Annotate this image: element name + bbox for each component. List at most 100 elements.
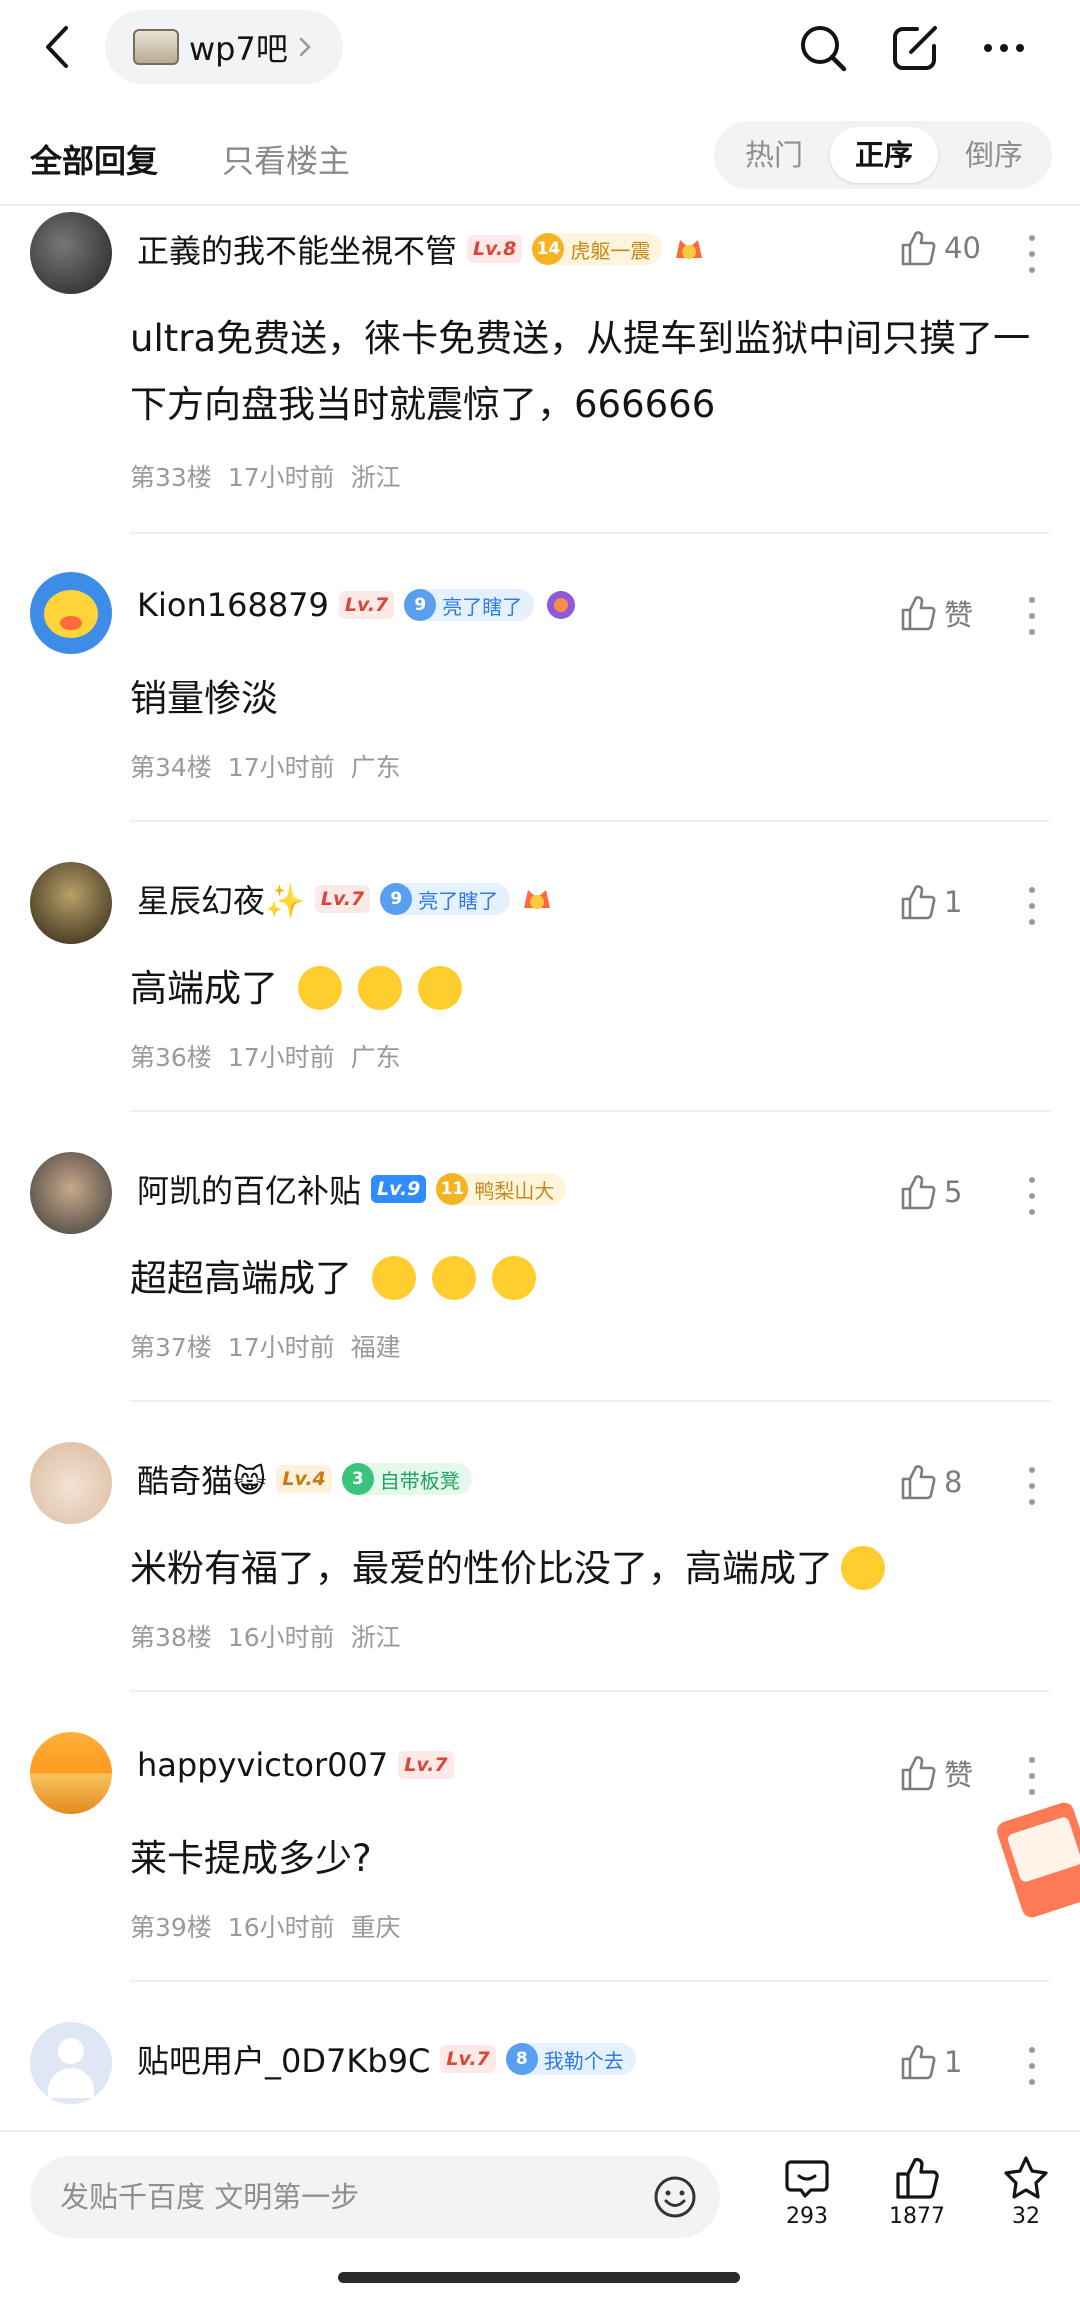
tab-all-replies[interactable]: 全部回复 xyxy=(30,136,158,182)
more-vertical-icon[interactable] xyxy=(1018,594,1046,638)
sort-descending[interactable]: 倒序 xyxy=(942,127,1046,183)
divider xyxy=(130,532,1050,534)
tab-owner-only[interactable]: 只看楼主 xyxy=(222,136,350,182)
grin-emoji-icon xyxy=(357,965,402,1010)
reply-meta: 第39楼 16小时前 重庆 xyxy=(130,1913,401,1942)
level-badge: Lv.8 xyxy=(467,235,523,263)
like-count: 5 xyxy=(944,1175,963,1209)
chevron-right-icon xyxy=(299,37,311,57)
forum-pill[interactable]: wp7吧 xyxy=(105,10,343,84)
search-icon[interactable] xyxy=(795,20,851,76)
sort-ascending[interactable]: 正序 xyxy=(830,127,938,183)
title-badge: 9 亮了瞎了 xyxy=(380,883,511,915)
username[interactable]: Kion168879 xyxy=(137,586,329,624)
avatar[interactable] xyxy=(30,212,112,294)
divider xyxy=(130,1110,1050,1112)
star-icon xyxy=(1004,2156,1048,2199)
level-badge: Lv.4 xyxy=(276,1465,332,1493)
reply-content: 超超高端成了 xyxy=(130,1246,1050,1312)
like-button[interactable]: 1 xyxy=(898,882,962,922)
username[interactable]: 正義的我不能坐視不管 xyxy=(137,226,457,272)
divider xyxy=(130,1400,1050,1402)
avatar[interactable] xyxy=(30,572,112,654)
avatar[interactable] xyxy=(30,1152,112,1234)
emoji-icon[interactable] xyxy=(652,2174,698,2220)
like-count: 赞 xyxy=(944,598,974,632)
like-button[interactable]: 8 xyxy=(898,1462,962,1502)
reply-content: 莱卡提成多少? xyxy=(130,1837,372,1880)
more-vertical-icon[interactable] xyxy=(1018,2044,1046,2088)
username[interactable]: 贴吧用户_0D7Kb9C xyxy=(137,2036,430,2082)
like-button[interactable]: 5 xyxy=(898,1172,962,1212)
title-badge: 11 鸭梨山大 xyxy=(436,1173,567,1205)
username[interactable]: 阿凯的百亿补贴 xyxy=(137,1166,361,1212)
avatar[interactable] xyxy=(30,1442,112,1524)
grin-emoji-icon xyxy=(417,965,462,1010)
grin-emoji-icon xyxy=(297,965,342,1010)
title-badge: 8 我勒个去 xyxy=(505,2043,636,2075)
avatar[interactable] xyxy=(30,2022,112,2104)
divider xyxy=(130,1980,1050,1982)
level-badge: Lv.7 xyxy=(338,591,395,619)
sort-hot[interactable]: 热门 xyxy=(722,127,826,183)
reply-meta: 第37楼 17小时前 福建 xyxy=(130,1333,401,1362)
bottom-like-count: 1877 xyxy=(889,2204,945,2229)
title-badge: 14 虎躯一震 xyxy=(532,233,663,265)
more-icon[interactable] xyxy=(976,20,1032,76)
thumb-up-icon xyxy=(901,885,936,920)
avatar[interactable] xyxy=(30,1732,112,1814)
like-count: 1 xyxy=(944,885,963,919)
like-button[interactable]: 赞 xyxy=(898,1752,973,1794)
like-count: 8 xyxy=(944,1465,963,1499)
favorite-button[interactable]: 32 xyxy=(986,2154,1066,2229)
comment-count: 293 xyxy=(786,2204,828,2229)
edit-icon[interactable] xyxy=(887,20,943,76)
like-button[interactable]: 赞 xyxy=(898,592,973,634)
reply-content: ultra免费送，徕卡免费送，从提车到监狱中间只摸了一下方向盘我当时就震惊了，6… xyxy=(130,317,1031,426)
more-vertical-icon[interactable] xyxy=(1018,1174,1046,1218)
medal-icon xyxy=(547,591,576,619)
forum-name: wp7吧 xyxy=(189,30,288,68)
thumb-up-icon xyxy=(901,1756,936,1791)
bottom-like-button[interactable]: 1877 xyxy=(877,2154,957,2229)
reply-meta: 第33楼 17小时前 浙江 xyxy=(130,463,401,492)
like-button[interactable]: 40 xyxy=(898,228,981,268)
avatar[interactable] xyxy=(30,862,112,944)
medal-icon xyxy=(676,240,703,259)
more-vertical-icon[interactable] xyxy=(1018,232,1046,276)
reply-input[interactable]: 发贴千百度 文明第一步 xyxy=(30,2156,720,2238)
title-badge: 3 自带板凳 xyxy=(341,1463,472,1495)
favorite-count: 32 xyxy=(1012,2204,1040,2229)
back-arrow-icon[interactable] xyxy=(38,22,78,72)
medal-icon xyxy=(524,890,551,909)
username[interactable]: 星辰幻夜✨ xyxy=(137,876,305,922)
comment-button[interactable]: 293 xyxy=(767,2154,847,2229)
reply-input-placeholder: 发贴千百度 文明第一步 xyxy=(60,2180,360,2214)
like-count: 1 xyxy=(944,2045,963,2079)
more-vertical-icon[interactable] xyxy=(1018,1464,1046,1508)
divider xyxy=(130,820,1050,822)
username[interactable]: happyvictor007 xyxy=(137,1746,388,1784)
title-badge: 9 亮了瞎了 xyxy=(404,589,535,621)
thumb-up-icon xyxy=(901,596,936,631)
reply-meta: 第34楼 17小时前 广东 xyxy=(130,753,401,782)
more-vertical-icon[interactable] xyxy=(1018,884,1046,928)
thumb-up-icon xyxy=(896,2157,939,2199)
header-divider xyxy=(0,204,1080,206)
divider xyxy=(130,1690,1050,1692)
top-bar: wp7吧 xyxy=(0,0,1080,100)
reply-meta: 第36楼 17小时前 广东 xyxy=(130,1043,401,1072)
username[interactable]: 酷奇猫😸 xyxy=(137,1456,266,1502)
level-badge: Lv.7 xyxy=(398,1751,454,1779)
reply-content: 销量惨淡 xyxy=(130,677,278,720)
like-button[interactable]: 1 xyxy=(898,2042,962,2082)
like-count: 40 xyxy=(944,231,981,265)
forum-logo xyxy=(133,29,179,65)
thumb-up-icon xyxy=(901,2045,936,2080)
coupon-float-icon[interactable] xyxy=(994,1790,1080,1920)
laugh-emoji-icon xyxy=(371,1255,416,1300)
reply-tabs: 全部回复 只看楼主 热门 正序 倒序 xyxy=(0,118,1080,208)
level-badge: Lv.9 xyxy=(371,1175,427,1203)
like-count: 赞 xyxy=(944,1758,974,1792)
laugh-emoji-icon xyxy=(431,1255,476,1300)
